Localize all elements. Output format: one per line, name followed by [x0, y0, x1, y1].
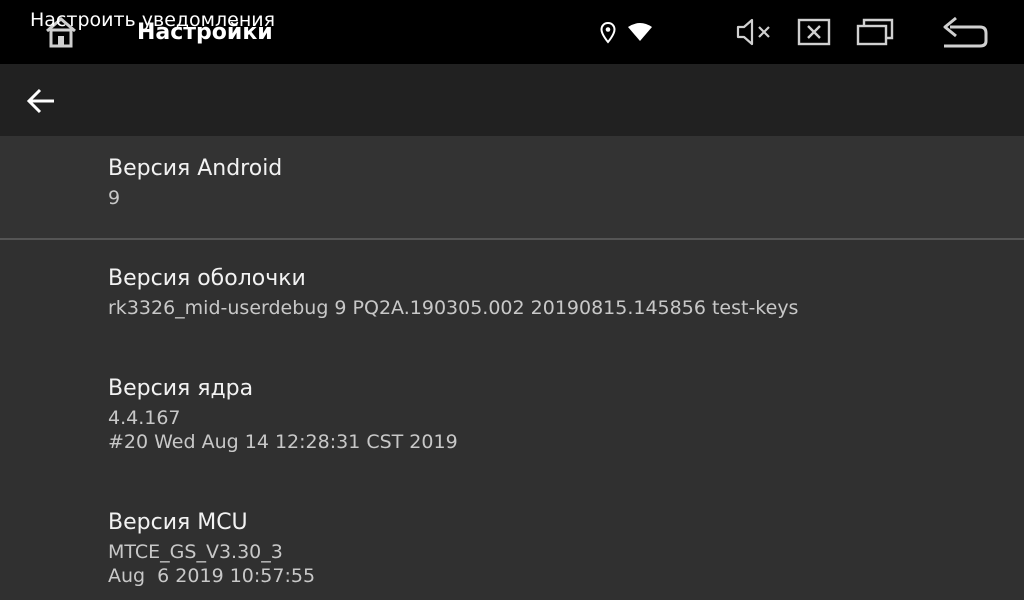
item-value: MTCE_GS_V3.30_3 — [108, 541, 283, 563]
mcu-version-item[interactable]: Версия MCU MTCE_GS_V3.30_3 Aug 6 2019 10… — [108, 508, 315, 588]
close-window-icon[interactable] — [797, 18, 831, 46]
item-value: #20 Wed Aug 14 12:28:31 CST 2019 — [108, 431, 458, 453]
item-value: Aug 6 2019 10:57:55 — [108, 565, 316, 587]
status-bar: Настроить уведомления Настройки — [0, 0, 1024, 64]
android-version-item[interactable]: Версия Android 9 — [108, 154, 282, 210]
divider — [0, 238, 1024, 240]
volume-muted-icon[interactable] — [736, 18, 774, 46]
item-value: rk3326_mid-userdebug 9 PQ2A.190305.002 2… — [108, 297, 799, 319]
item-title: Версия оболочки — [108, 266, 306, 291]
item-title: Версия MCU — [108, 510, 248, 535]
app-title: Настройки — [137, 20, 273, 45]
back-arrow-icon[interactable] — [26, 86, 56, 116]
recent-apps-icon[interactable] — [856, 18, 894, 46]
kernel-version-item[interactable]: Версия ядра 4.4.167 #20 Wed Aug 14 12:28… — [108, 374, 458, 454]
location-icon — [600, 22, 616, 44]
item-title: Версия ядра — [108, 376, 254, 401]
back-nav-icon[interactable] — [940, 16, 988, 48]
toolbar — [0, 64, 1024, 136]
item-title: Версия Android — [108, 156, 283, 181]
item-value: 4.4.167 — [108, 407, 181, 429]
wifi-icon — [628, 23, 652, 41]
shell-version-item[interactable]: Версия оболочки rk3326_mid-userdebug 9 P… — [108, 264, 798, 320]
item-value: 9 — [108, 187, 121, 209]
